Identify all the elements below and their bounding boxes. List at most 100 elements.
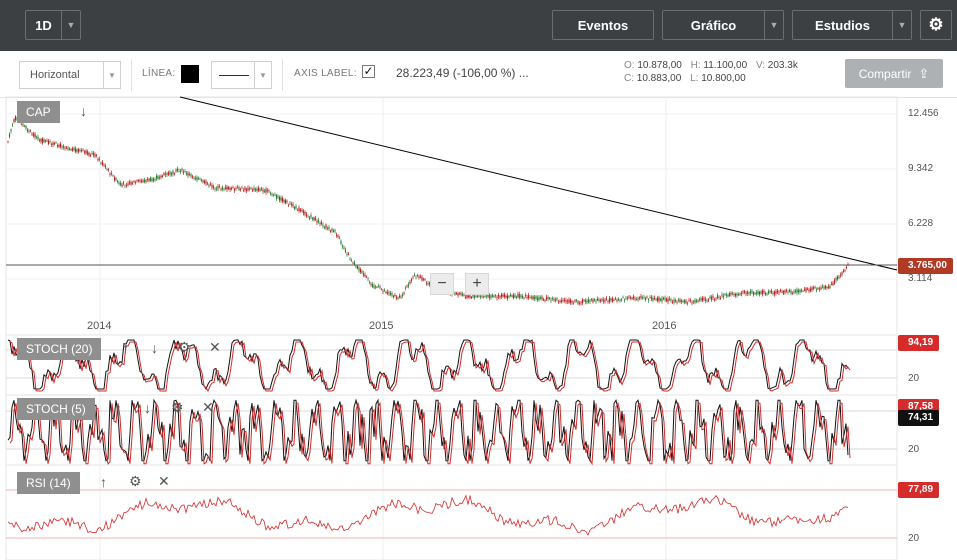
candle-body — [607, 301, 609, 302]
candle-body — [730, 292, 732, 295]
candle-body — [418, 276, 420, 278]
gear-icon[interactable]: ⚙ — [171, 399, 184, 416]
candle-body — [508, 296, 510, 298]
candle-body — [143, 179, 146, 182]
candle-body — [256, 188, 258, 191]
candle-body — [275, 195, 278, 199]
candle-body — [226, 186, 228, 190]
candle-body — [232, 186, 234, 188]
candle-body — [209, 183, 212, 185]
candle-body — [233, 188, 236, 191]
zoom-in-button[interactable]: + — [465, 273, 489, 295]
candle-body — [184, 171, 186, 172]
candle-body — [701, 297, 704, 301]
candle-body — [677, 299, 680, 301]
candle-body — [545, 297, 548, 300]
candle-body — [763, 290, 765, 293]
candle-body — [140, 181, 143, 182]
candle-body — [376, 287, 378, 288]
candle-body — [682, 301, 684, 303]
candle-body — [698, 299, 701, 301]
candle-body — [350, 260, 353, 262]
candle-body — [305, 214, 308, 216]
candle-body — [704, 298, 707, 301]
candle-body — [509, 294, 512, 296]
candle-body — [374, 286, 377, 288]
arrow-down-icon[interactable]: ↓ — [151, 340, 158, 356]
candle-body — [67, 147, 69, 150]
candle-body — [383, 290, 386, 291]
candle-body — [662, 298, 665, 300]
candle-body — [152, 178, 155, 181]
candle-body — [776, 290, 779, 293]
candle-body — [106, 169, 108, 171]
candle-body — [254, 189, 257, 191]
candle-body — [409, 281, 411, 284]
candle-body — [40, 138, 42, 142]
candle-body — [724, 293, 726, 295]
candle-body — [70, 149, 72, 150]
y-tick-label: 12.456 — [908, 108, 939, 119]
arrow-down-icon[interactable]: ↓ — [144, 400, 151, 416]
candle-body — [223, 189, 225, 191]
candle-body — [740, 292, 743, 294]
candle-body — [679, 299, 681, 303]
candle-body — [562, 300, 564, 301]
candle-body — [584, 299, 587, 302]
close-icon[interactable]: ✕ — [202, 399, 214, 416]
candle-body — [628, 296, 630, 298]
candle-body — [505, 296, 507, 298]
candle-body — [308, 217, 311, 219]
candle-body — [8, 133, 11, 137]
candle-body — [50, 143, 53, 145]
candle-body — [652, 297, 654, 301]
candle-body — [371, 284, 374, 287]
close-icon[interactable]: ✕ — [209, 339, 221, 356]
arrow-down-icon[interactable]: ↓ — [80, 103, 87, 119]
candle-body — [310, 215, 312, 218]
arrow-up-icon[interactable]: ↑ — [100, 474, 107, 490]
candle-body — [250, 187, 252, 189]
gear-icon[interactable]: ⚙ — [129, 473, 142, 490]
candle-body — [365, 276, 368, 278]
candle-body — [94, 154, 96, 157]
candle-body — [773, 291, 776, 295]
candle-body — [101, 162, 104, 165]
candle-body — [791, 293, 794, 295]
candle-body — [43, 139, 45, 143]
candle-body — [808, 290, 810, 292]
candle-body — [671, 301, 674, 303]
candle-body — [317, 220, 320, 223]
candle-body — [512, 294, 515, 298]
gear-icon[interactable]: ⚙ — [178, 339, 191, 356]
candle-body — [496, 297, 498, 299]
candle-body — [41, 138, 44, 143]
candle-body — [527, 295, 530, 298]
rsi-line — [7, 494, 849, 536]
candle-body — [328, 227, 330, 230]
zoom-out-button[interactable]: − — [430, 273, 454, 295]
candle-body — [395, 297, 398, 299]
candle-body — [173, 173, 176, 175]
candle-body — [412, 276, 414, 278]
candle-body — [565, 300, 567, 302]
candle-body — [481, 296, 483, 298]
candle-body — [95, 154, 98, 156]
candle-body — [706, 300, 708, 302]
candle-body — [683, 300, 686, 303]
candle-body — [536, 297, 539, 300]
candle-body — [661, 298, 663, 302]
candle-body — [517, 294, 519, 297]
candle-body — [289, 202, 291, 204]
close-icon[interactable]: ✕ — [158, 473, 170, 490]
candle-body — [136, 180, 138, 182]
arrow-up-icon[interactable]: ↑ — [115, 400, 122, 416]
candle-body — [146, 179, 149, 180]
candle-body — [221, 186, 224, 190]
candle-body — [172, 170, 174, 175]
candle-body — [242, 189, 245, 191]
arrow-up-icon[interactable]: ↑ — [122, 340, 129, 356]
candle-body — [772, 292, 774, 294]
candle-body — [593, 299, 596, 301]
candle-body — [838, 276, 840, 278]
